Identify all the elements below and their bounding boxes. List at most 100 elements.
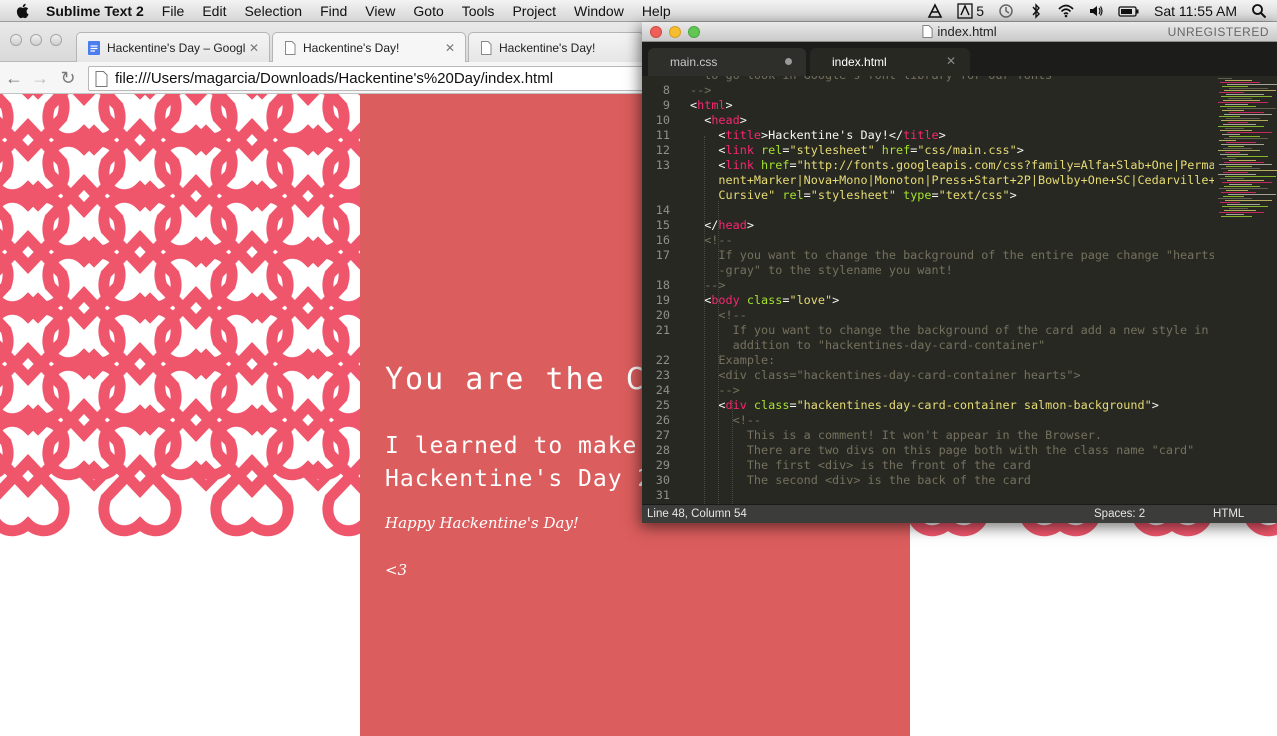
spotlight-search-icon[interactable] xyxy=(1251,3,1267,19)
minimap-line xyxy=(1223,100,1260,101)
code-line: nent+Marker|Nova+Mono|Monoton|Press+Star… xyxy=(690,173,1216,187)
html-file-icon xyxy=(922,25,933,38)
menu-app-name[interactable]: Sublime Text 2 xyxy=(46,3,144,19)
browser-tab-hackentines-1[interactable]: Hackentine's Day! ✕ xyxy=(272,32,466,62)
adobe-badge: 5 xyxy=(976,3,984,19)
minimap-line xyxy=(1229,112,1264,113)
code-area[interactable]: to go look in Google's font library for … xyxy=(690,76,1216,504)
minimap-line xyxy=(1223,196,1244,197)
minimap-line xyxy=(1220,178,1244,179)
line-number: 21 xyxy=(655,323,670,337)
menu-selection[interactable]: Selection xyxy=(244,3,302,19)
line-number: 9 xyxy=(662,98,670,112)
menu-project[interactable]: Project xyxy=(512,3,556,19)
code-line: If you want to change the background of … xyxy=(690,248,1216,262)
menu-tools[interactable]: Tools xyxy=(462,3,495,19)
minimap-line xyxy=(1222,206,1268,207)
volume-icon[interactable] xyxy=(1088,3,1104,19)
minimap-line xyxy=(1224,90,1276,91)
line-number: 18 xyxy=(655,278,670,292)
line-number: 14 xyxy=(655,203,670,217)
card-greeting: Happy Hackentine's Day! xyxy=(385,514,579,532)
page-icon xyxy=(481,40,492,55)
code-line: -gray" to the stylename you want! xyxy=(690,263,953,277)
code-line: Cursive" rel="stylesheet" type="text/css… xyxy=(690,188,1017,202)
minimap-line xyxy=(1228,122,1248,123)
code-editor[interactable]: 8 9 10 11 12 13 14 15 16 17 18 19 20 21 22 23 24 25 26 27 28… xyxy=(642,76,1277,504)
code-line: </head> xyxy=(690,218,754,232)
menu-find[interactable]: Find xyxy=(320,3,347,19)
browser-tab-hackentines-2[interactable]: Hackentine's Day! xyxy=(468,32,644,62)
ink-tray-icon[interactable] xyxy=(927,3,943,19)
card-title: You are the CS xyxy=(385,362,666,397)
address-bar[interactable]: file:///Users/magarcia/Downloads/Hackent… xyxy=(88,66,648,91)
syntax-selector[interactable]: HTML xyxy=(1213,508,1244,520)
minimap-line xyxy=(1228,194,1276,195)
minimap-line xyxy=(1224,162,1264,163)
indent-guide xyxy=(718,201,719,504)
minimap-line xyxy=(1220,82,1260,83)
forward-arrow-icon[interactable]: → xyxy=(30,68,50,88)
code-line: --> xyxy=(690,83,712,97)
minimap-line xyxy=(1228,170,1277,171)
card-subtitle-text: I learned to make t Hackentine's Day 20 xyxy=(385,433,666,492)
line-number: 11 xyxy=(655,128,670,142)
browser-tab-google-docs[interactable]: Hackentine's Day – Google ✕ xyxy=(76,32,270,62)
tab-close-icon[interactable]: ✕ xyxy=(249,41,261,55)
browser-tab-label: Hackentine's Day – Google xyxy=(107,40,245,55)
reload-icon[interactable]: ↻ xyxy=(58,68,78,88)
line-number: 31 xyxy=(655,488,670,502)
code-line: <div class="hackentines-day-card-contain… xyxy=(690,368,1081,382)
line-number: 29 xyxy=(655,458,670,472)
tab-close-icon[interactable]: ✕ xyxy=(445,41,457,55)
minimap-line xyxy=(1222,134,1240,135)
adobe-tray[interactable]: 5 xyxy=(957,3,984,19)
minimap-line xyxy=(1227,84,1277,85)
menu-window[interactable]: Window xyxy=(574,3,624,19)
menu-help[interactable]: Help xyxy=(642,3,671,19)
sublime-tab-main-css[interactable]: main.css xyxy=(648,48,806,76)
menu-view[interactable]: View xyxy=(365,3,395,19)
browser-close-button[interactable] xyxy=(10,34,22,46)
wifi-icon[interactable] xyxy=(1058,3,1074,19)
indentation-setting[interactable]: Spaces: 2 xyxy=(1094,508,1145,520)
menu-goto[interactable]: Goto xyxy=(413,3,443,19)
sublime-titlebar: index.html UNREGISTERED xyxy=(642,22,1277,42)
line-number: 25 xyxy=(655,398,670,412)
code-line: --> xyxy=(690,383,740,397)
minimap-line xyxy=(1225,80,1252,81)
menu-edit[interactable]: Edit xyxy=(202,3,226,19)
browser-tab-label: Hackentine's Day! xyxy=(499,40,596,55)
minimap-line xyxy=(1224,114,1272,115)
browser-minimize-button[interactable] xyxy=(30,34,42,46)
minimap-line xyxy=(1229,208,1248,209)
tab-close-icon[interactable]: ✕ xyxy=(946,54,956,68)
minimap-line xyxy=(1228,146,1244,147)
minimap-line xyxy=(1229,160,1256,161)
minimap-line xyxy=(1227,204,1260,205)
minimap-line xyxy=(1226,142,1256,143)
line-number: 20 xyxy=(655,308,670,322)
back-arrow-icon[interactable]: ← xyxy=(4,68,24,88)
line-number: 8 xyxy=(662,83,670,97)
code-line: --> xyxy=(690,278,726,292)
bluetooth-icon[interactable] xyxy=(1028,3,1044,19)
minimap-line xyxy=(1222,86,1248,87)
menu-clock[interactable]: Sat 11:55 AM xyxy=(1154,3,1237,19)
minimap-line xyxy=(1225,152,1240,153)
code-line: addition to "hackentines-day-card-contai… xyxy=(690,338,1046,352)
page-icon xyxy=(95,71,108,87)
apple-menu-icon[interactable] xyxy=(14,2,32,20)
line-number: 24 xyxy=(655,383,670,397)
minimap[interactable] xyxy=(1214,76,1277,504)
battery-icon[interactable] xyxy=(1118,3,1140,19)
code-line: <html> xyxy=(690,98,733,112)
minimap-line xyxy=(1226,214,1244,215)
code-line: The first <div> is the front of the card xyxy=(690,458,1031,472)
sublime-tab-index-html[interactable]: index.html ✕ xyxy=(810,48,970,76)
time-machine-icon[interactable] xyxy=(998,3,1014,19)
menu-file[interactable]: File xyxy=(162,3,185,19)
minimap-line xyxy=(1224,138,1268,139)
browser-zoom-button[interactable] xyxy=(50,34,62,46)
minimap-line xyxy=(1220,202,1240,203)
